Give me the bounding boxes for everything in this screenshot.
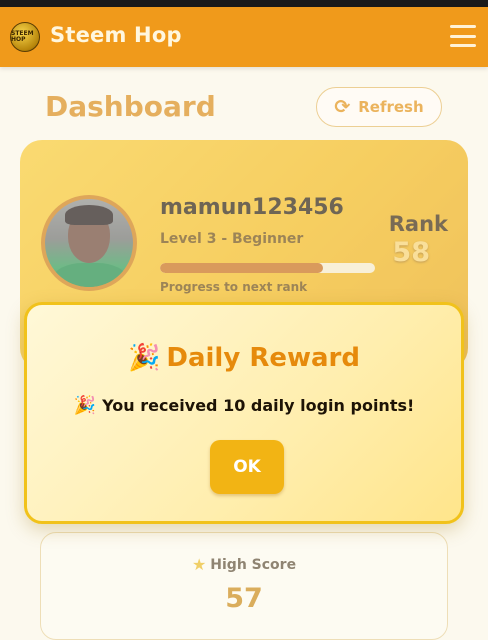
ok-button[interactable]: OK [210, 440, 284, 494]
party-popper-icon: 🎉 [73, 394, 97, 416]
app-header: STEEM HOP Steem Hop [0, 7, 488, 67]
modal-title: Daily Reward [166, 343, 360, 373]
logo-text: STEEM HOP [11, 30, 34, 43]
modal-message: You received 10 daily login points! [102, 396, 415, 415]
party-popper-icon: 🎉 [128, 343, 161, 373]
status-bar [0, 0, 488, 7]
app-logo[interactable]: STEEM HOP [10, 22, 40, 52]
hamburger-menu-icon[interactable] [450, 25, 476, 47]
daily-reward-modal: 🎉 Daily Reward 🎉 You received 10 daily l… [24, 302, 464, 524]
app-title: Steem Hop [50, 23, 182, 47]
ok-label: OK [233, 457, 261, 477]
